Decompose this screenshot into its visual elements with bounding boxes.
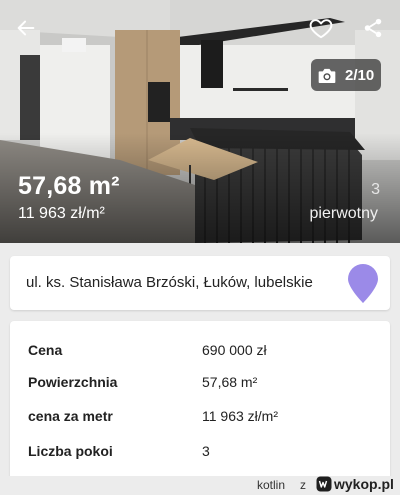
share-button[interactable] [357, 12, 389, 44]
detail-label: Powierzchnia [28, 374, 118, 390]
detail-label: Liczba pokoi [28, 443, 113, 459]
detail-value: 690 000 zł [202, 342, 267, 358]
photo-counter-text: 2/10 [345, 66, 375, 84]
share-icon [364, 18, 382, 38]
detail-label: cena za metr [28, 408, 113, 424]
watermark-site: wykop.pl [334, 476, 394, 492]
listing-rooms: 3 [371, 181, 380, 198]
arrow-left-icon [17, 20, 35, 36]
favorite-button[interactable] [305, 12, 337, 44]
detail-value: 57,68 m² [202, 374, 258, 390]
detail-value: 11 963 zł/m² [202, 408, 278, 424]
map-pin-icon[interactable] [346, 264, 380, 304]
address-card[interactable]: ul. ks. Stanisława Brzóski, Łuków, lubel… [10, 256, 390, 310]
wykop-logo-icon [316, 476, 332, 492]
listing-photo[interactable]: 2/10 57,68 m² 11 963 zł/m² 3 pierwotny [0, 0, 400, 243]
address-text: ul. ks. Stanisława Brzóski, Łuków, lubel… [26, 274, 313, 291]
details-table: Cena 690 000 zł Powierzchnia 57,68 m² ce… [10, 321, 390, 481]
watermark-separator: z [300, 478, 306, 492]
detail-value: 3 [202, 443, 210, 459]
detail-row-area: Powierzchnia 57,68 m² [28, 374, 378, 398]
photo-counter-button[interactable]: 2/10 [311, 59, 381, 91]
listing-price-per-m2: 11 963 zł/m² [18, 205, 105, 222]
camera-icon [317, 67, 337, 84]
detail-row-rooms: Liczba pokoi 3 [28, 443, 378, 467]
watermark-author: kotlin [257, 478, 286, 492]
detail-row-price-per-m2: cena za metr 11 963 zł/m² [28, 408, 378, 432]
back-button[interactable] [10, 12, 42, 44]
detail-row-price: Cena 690 000 zł [28, 342, 378, 366]
listing-area: 57,68 m² [18, 172, 120, 200]
detail-label: Cena [28, 342, 63, 358]
heart-outline-icon [309, 19, 333, 39]
listing-market-type: pierwotny [309, 205, 378, 222]
